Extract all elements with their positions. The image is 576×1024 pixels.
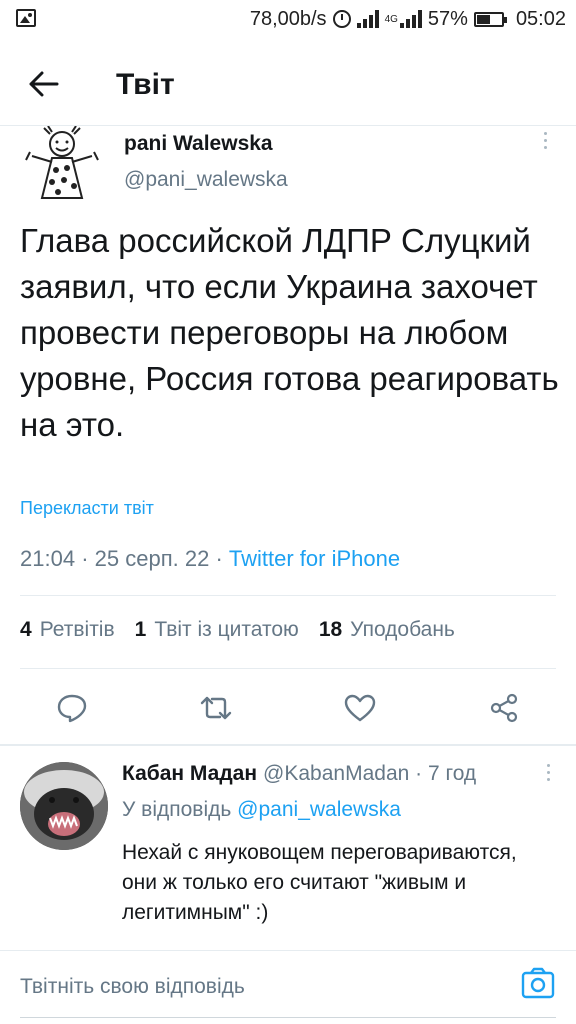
like-button[interactable] <box>338 686 382 730</box>
more-options-icon[interactable] <box>540 132 550 156</box>
tweet-meta: 21:04 · 25 серп. 22 · Twitter for iPhone <box>20 546 400 572</box>
meta-separator: · <box>409 762 428 785</box>
reply-button[interactable] <box>50 686 94 730</box>
signal-icon-2 <box>399 10 422 28</box>
quotes-count: 1 <box>134 618 147 641</box>
heart-icon <box>344 694 376 722</box>
tweet-source-link[interactable]: Twitter for iPhone <box>229 546 400 571</box>
image-icon <box>16 9 36 27</box>
battery-icon <box>473 11 507 27</box>
tweet-date: 25 серп. 22 <box>94 546 210 571</box>
tweet-header: pani Walewska @pani_walewska <box>0 125 576 210</box>
retweets-count: 4 <box>20 618 32 641</box>
retweets-label: Ретвітів <box>39 618 115 641</box>
likes-count: 18 <box>318 618 343 641</box>
share-button[interactable] <box>482 686 526 730</box>
arrow-left-icon <box>29 71 59 97</box>
quotes-label: Твіт із цитатою <box>154 618 299 641</box>
reply-input[interactable] <box>20 969 500 1005</box>
reply-tweet[interactable]: Кабан Мадан @KabanMadan · 7 год У відпові… <box>0 746 576 946</box>
camera-icon <box>521 967 555 999</box>
reply-to-label: У відповідь <box>122 798 232 821</box>
quotes-stat[interactable]: 1 Твіт із цитатою <box>135 618 299 642</box>
signal-icon <box>356 10 379 28</box>
retweet-button[interactable] <box>194 686 238 730</box>
divider <box>20 668 556 669</box>
clock: 05:02 <box>515 7 566 30</box>
back-button[interactable] <box>24 64 64 104</box>
translate-tweet-link[interactable]: Перекласти твіт <box>20 498 154 519</box>
retweets-stat[interactable]: 4 Ретвітів <box>20 618 115 642</box>
page-title: Твіт <box>116 68 175 101</box>
reply-to-mention[interactable]: @pani_walewska <box>237 798 401 821</box>
network-speed: 78,00b/s <box>249 7 327 30</box>
reply-to-line: У відповідь @pani_walewska <box>122 798 401 822</box>
avatar[interactable] <box>20 762 108 850</box>
meta-separator: · <box>215 546 229 571</box>
author-handle[interactable]: @pani_walewska <box>124 168 288 192</box>
honey-badger-avatar <box>20 762 108 850</box>
reply-icon <box>57 694 87 723</box>
reply-author-handle[interactable]: @KabanMadan <box>263 762 409 785</box>
alarm-icon <box>332 10 351 28</box>
reply-composer <box>0 950 576 1024</box>
reply-time: 7 год <box>427 762 477 785</box>
retweet-icon <box>200 696 232 720</box>
doodle-girl-avatar <box>25 125 99 199</box>
reply-header: Кабан Мадан @KabanMadan · 7 год <box>122 762 476 786</box>
reply-more-options-icon[interactable] <box>547 764 550 781</box>
author-name[interactable]: pani Walewska <box>124 132 273 156</box>
avatar[interactable] <box>22 125 102 206</box>
reply-author-name[interactable]: Кабан Мадан <box>122 762 257 785</box>
meta-separator: · <box>81 546 95 571</box>
divider <box>20 595 556 596</box>
composer-underline <box>20 1017 556 1018</box>
share-icon <box>490 693 518 723</box>
camera-button[interactable] <box>520 965 556 1001</box>
network-type: 4G <box>384 13 398 25</box>
tweet-text: Глава российской ЛДПР Слуцкий заявил, чт… <box>20 222 559 443</box>
battery-percent: 57% <box>427 7 468 30</box>
status-bar: 78,00b/s 4G 57% 05:02 <box>0 0 576 40</box>
tweet-stats: 4 Ретвітів 1 Твіт із цитатою 18 Уподобань <box>20 618 455 642</box>
tweet-actions <box>0 680 576 736</box>
top-bar: Твіт <box>0 42 576 126</box>
likes-label: Уподобань <box>350 618 455 641</box>
likes-stat[interactable]: 18 Уподобань <box>319 618 455 642</box>
tweet-time: 21:04 <box>20 546 76 571</box>
reply-text: Нехай с януковощем переговариваются, они… <box>122 841 517 924</box>
status-bar-right: 78,00b/s 4G 57% 05:02 <box>250 6 566 32</box>
